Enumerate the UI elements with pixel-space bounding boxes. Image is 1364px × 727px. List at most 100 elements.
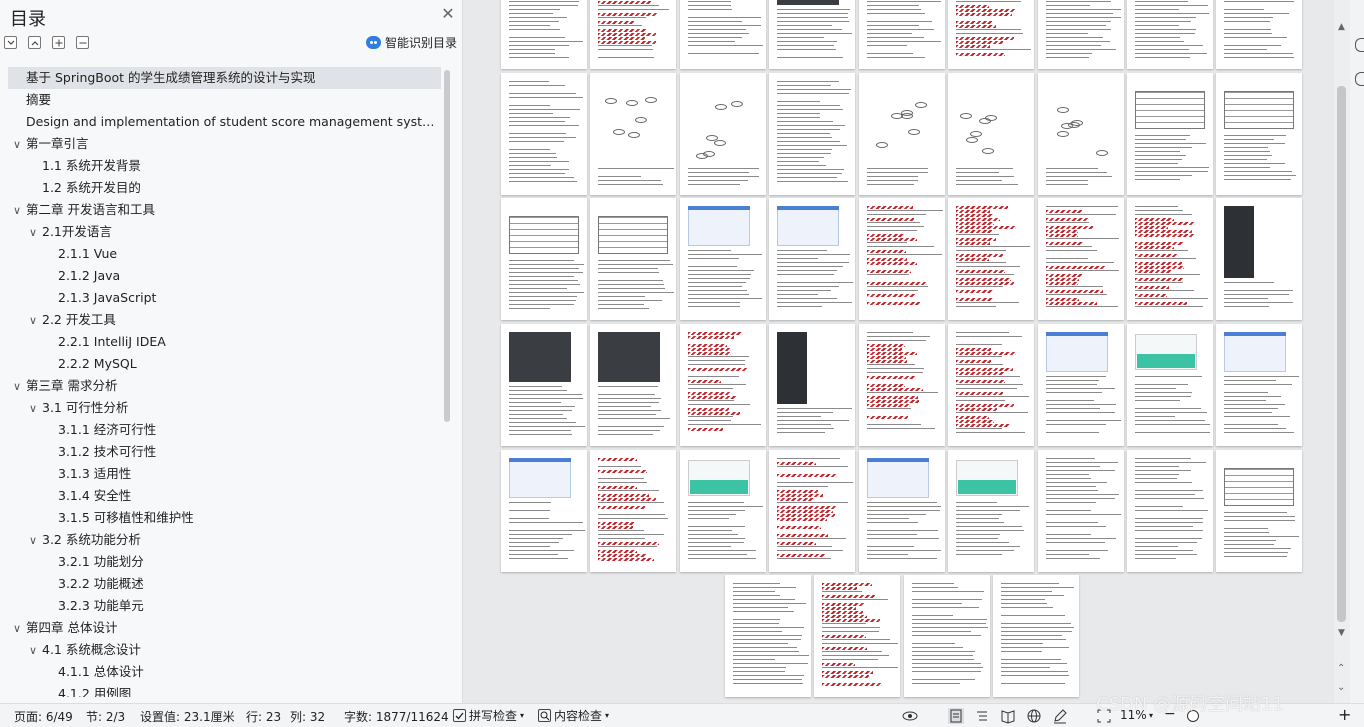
toc-item[interactable]: 基于 SpringBoot 的学生成绩管理系统的设计与实现 xyxy=(8,67,441,89)
toc-item[interactable]: ∨ 3.1 可行性分析 xyxy=(8,397,441,419)
side-tab-icon[interactable] xyxy=(1355,38,1364,52)
toc-item[interactable]: 2.2.2 MySQL xyxy=(8,353,441,375)
toc-item[interactable]: ∨ 第四章 总体设计 xyxy=(8,617,441,639)
toc-item[interactable]: ∨ 3.2 系统功能分析 xyxy=(8,529,441,551)
page-thumbnail[interactable] xyxy=(1038,450,1124,572)
page-thumbnail[interactable] xyxy=(769,0,855,69)
page-thumbnail[interactable] xyxy=(1127,198,1213,320)
page-thumbnail[interactable] xyxy=(769,73,855,195)
page-thumbnail[interactable] xyxy=(680,73,766,195)
page-thumbnail[interactable] xyxy=(590,450,676,572)
toc-item[interactable]: 2.1.3 JavaScript xyxy=(8,287,441,309)
chevron-down-icon[interactable]: ∨ xyxy=(8,200,26,221)
page-thumbnail[interactable] xyxy=(814,575,900,697)
page-thumbnail[interactable] xyxy=(948,324,1034,446)
toc-item[interactable]: 2.2.1 IntelliJ IDEA xyxy=(8,331,441,353)
toc-item[interactable]: ∨ 第一章引言 xyxy=(8,133,441,155)
page-thumbnail[interactable] xyxy=(1127,324,1213,446)
toc-item[interactable]: 3.1.5 可移植性和维护性 xyxy=(8,507,441,529)
page-thumbnail[interactable] xyxy=(948,198,1034,320)
zoom-in-icon[interactable]: + xyxy=(1338,705,1351,724)
chevron-down-icon[interactable]: ∨ xyxy=(8,618,26,639)
zoom-level[interactable]: 11% xyxy=(1120,708,1147,722)
page-thumbnail[interactable] xyxy=(1038,324,1124,446)
toc-item[interactable]: 1.2 系统开发目的 xyxy=(8,177,441,199)
content-check-button[interactable]: 内容检查 ▾ xyxy=(538,707,609,724)
page-thumbnail[interactable] xyxy=(1127,450,1213,572)
page-thumbnail[interactable] xyxy=(501,450,587,572)
collapse-all-icon[interactable] xyxy=(4,36,17,49)
page-thumbnail[interactable] xyxy=(680,324,766,446)
page-thumbnail[interactable] xyxy=(948,450,1034,572)
toc-item[interactable]: 摘要 xyxy=(8,89,441,111)
chevron-down-icon[interactable]: ∨ xyxy=(8,376,26,397)
reading-mode-icon[interactable] xyxy=(1000,708,1016,724)
toc-item[interactable]: 2.1.1 Vue xyxy=(8,243,441,265)
minus-icon[interactable] xyxy=(76,36,89,49)
toc-item[interactable]: 3.2.3 功能单元 xyxy=(8,595,441,617)
toc-item[interactable]: 3.1.1 经济可行性 xyxy=(8,419,441,441)
page-thumbnail[interactable] xyxy=(501,198,587,320)
page-thumbnail[interactable] xyxy=(1216,73,1302,195)
toc-item[interactable]: 3.1.2 技术可行性 xyxy=(8,441,441,463)
word-count[interactable]: 字数: 1877/11624 xyxy=(344,708,449,725)
page-thumbnail[interactable] xyxy=(1038,73,1124,195)
toc-item[interactable]: ∨ 2.1开发语言 xyxy=(8,221,441,243)
toc-item[interactable]: 4.1.2 用例图 xyxy=(8,683,441,697)
chevron-down-icon[interactable]: ∨ xyxy=(24,398,42,419)
page-thumbnail[interactable] xyxy=(680,450,766,572)
next-page-icon[interactable]: ⌄ xyxy=(1337,682,1345,693)
chevron-down-icon[interactable]: ▾ xyxy=(1149,711,1153,720)
zoom-slider-handle[interactable] xyxy=(1186,709,1200,723)
toc-item[interactable]: ∨ 第三章 需求分析 xyxy=(8,375,441,397)
section-indicator[interactable]: 节: 2/3 xyxy=(86,708,125,725)
toc-item[interactable]: 2.1.2 Java xyxy=(8,265,441,287)
page-thumbnail[interactable] xyxy=(769,450,855,572)
page-thumbnail[interactable] xyxy=(948,73,1034,195)
page-thumbnail[interactable] xyxy=(769,198,855,320)
page-thumbnail[interactable] xyxy=(904,575,990,697)
page-thumbnail[interactable] xyxy=(1216,324,1302,446)
page-thumbnail[interactable] xyxy=(859,73,945,195)
page-thumbnail[interactable] xyxy=(590,73,676,195)
chevron-down-icon[interactable]: ∨ xyxy=(24,222,42,243)
chevron-down-icon[interactable]: ∨ xyxy=(24,310,42,331)
chevron-down-icon[interactable]: ∨ xyxy=(24,640,42,661)
zoom-out-icon[interactable]: − xyxy=(1164,706,1176,722)
toc-item[interactable]: 4.1.1 总体设计 xyxy=(8,661,441,683)
page-thumbnail[interactable] xyxy=(1216,0,1302,69)
close-icon[interactable]: ✕ xyxy=(440,6,456,22)
page-indicator[interactable]: 页面: 6/49 xyxy=(14,708,73,725)
scroll-down-icon[interactable]: ▼ xyxy=(1338,628,1345,638)
setting-value[interactable]: 设置值: 23.1厘米 xyxy=(140,708,235,725)
page-thumbnail[interactable] xyxy=(1038,0,1124,69)
prev-page-icon[interactable]: ⌃ xyxy=(1337,663,1345,674)
chevron-down-icon[interactable]: ∨ xyxy=(8,134,26,155)
page-thumbnail[interactable] xyxy=(859,450,945,572)
page-thumbnail[interactable] xyxy=(680,0,766,69)
toc-item[interactable]: ∨ 2.2 开发工具 xyxy=(8,309,441,331)
page-thumbnail[interactable] xyxy=(1216,198,1302,320)
toc-item[interactable]: ∨ 第二章 开发语言和工具 xyxy=(8,199,441,221)
vertical-scrollbar[interactable]: ▲ ▼ ⌃ ⌄ xyxy=(1334,0,1350,703)
side-tab-icon[interactable] xyxy=(1355,72,1364,86)
page-thumbnail[interactable] xyxy=(501,0,587,69)
page-thumbnail[interactable] xyxy=(769,324,855,446)
chevron-down-icon[interactable]: ∨ xyxy=(24,530,42,551)
toc-item[interactable]: 3.2.1 功能划分 xyxy=(8,551,441,573)
web-layout-icon[interactable] xyxy=(1026,708,1042,724)
page-thumbnail[interactable] xyxy=(859,198,945,320)
toc-item[interactable]: 3.1.3 适用性 xyxy=(8,463,441,485)
fit-page-icon[interactable] xyxy=(1096,708,1112,724)
pen-icon[interactable] xyxy=(1052,708,1068,724)
spell-check-button[interactable]: 拼写检查 ▾ xyxy=(453,707,524,724)
page-thumbnail[interactable] xyxy=(590,324,676,446)
page-thumbnail[interactable] xyxy=(590,198,676,320)
toc-item[interactable]: 3.2.2 功能概述 xyxy=(8,573,441,595)
scroll-thumb[interactable] xyxy=(1337,86,1346,622)
eye-protection-icon[interactable] xyxy=(902,708,918,724)
page-thumbnail[interactable] xyxy=(1216,450,1302,572)
smart-toc-button[interactable]: 智能识别目录 xyxy=(366,34,457,51)
page-thumbnail[interactable] xyxy=(680,198,766,320)
outline-view-icon[interactable] xyxy=(974,708,990,724)
